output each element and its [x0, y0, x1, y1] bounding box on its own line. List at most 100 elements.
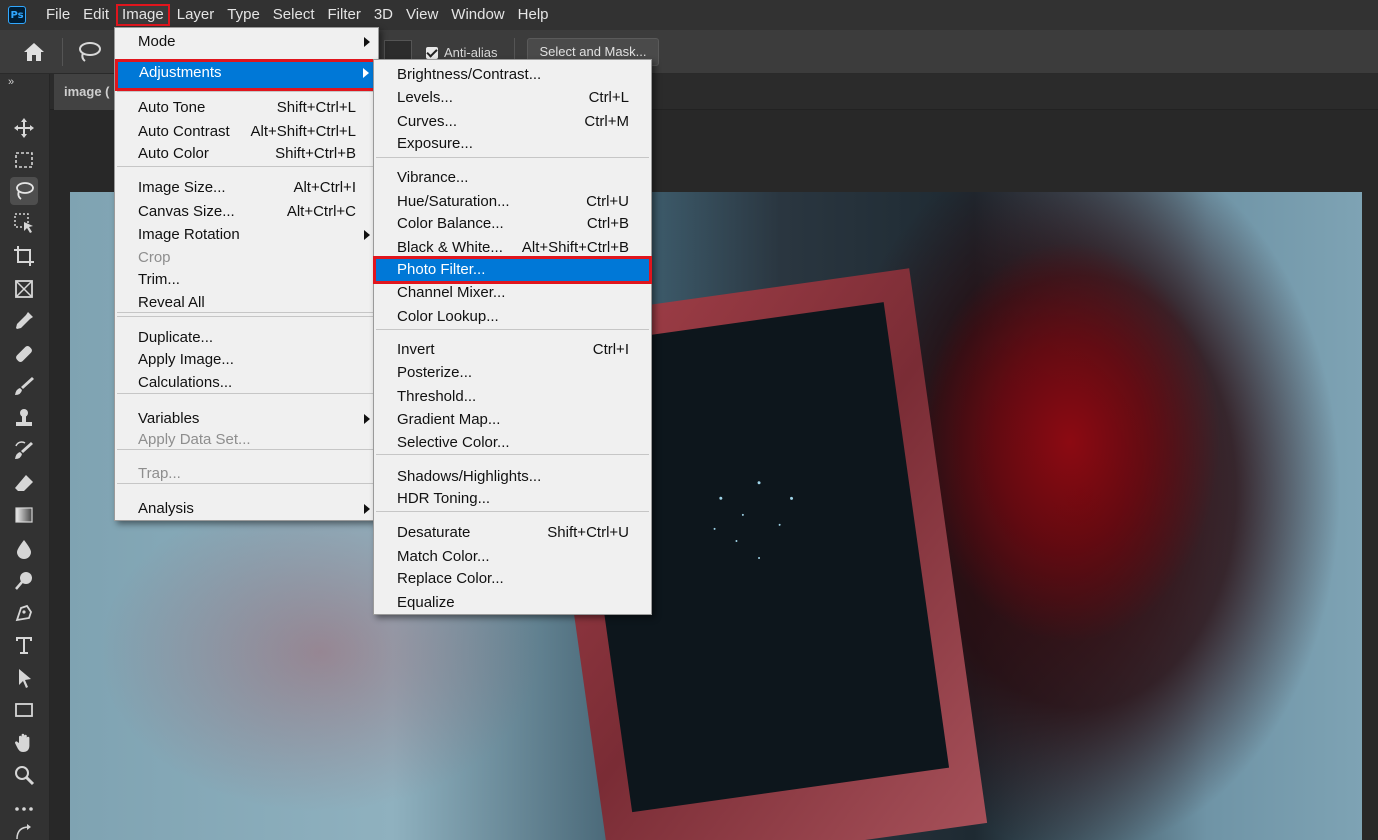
lasso-tool-icon[interactable] — [10, 177, 38, 205]
brush-tool-icon[interactable] — [10, 372, 38, 400]
home-icon[interactable] — [20, 41, 48, 63]
healing-brush-tool-icon[interactable] — [10, 340, 38, 368]
menu-item-variables[interactable]: Variables — [117, 408, 376, 430]
frame-tool-icon[interactable] — [10, 275, 38, 303]
marquee-tool-icon[interactable] — [10, 146, 38, 174]
menu-separator — [117, 166, 376, 167]
move-tool-icon[interactable] — [10, 114, 38, 142]
menu-item-black-white[interactable]: Black & White... Alt+Shift+Ctrl+B — [376, 237, 649, 259]
menu-item-shortcut: Ctrl+L — [588, 89, 629, 106]
menu-item-posterize[interactable]: Posterize... — [376, 362, 649, 384]
menu-item-hdr-toning[interactable]: HDR Toning... — [376, 488, 649, 510]
menu-item-auto-color[interactable]: Auto Color Shift+Ctrl+B — [117, 143, 376, 165]
menu-item-image-size[interactable]: Image Size... Alt+Ctrl+I — [117, 177, 376, 199]
menu-item-shortcut: Alt+Ctrl+C — [286, 203, 356, 220]
menu-item-levels[interactable]: Levels... Ctrl+L — [376, 87, 649, 109]
menu-item-hue-saturation[interactable]: Hue/Saturation... Ctrl+U — [376, 191, 649, 213]
pen-tool-icon[interactable] — [10, 599, 38, 627]
antialias-checkbox[interactable] — [426, 47, 438, 59]
menu-item-shortcut: Shift+Ctrl+B — [275, 145, 356, 162]
menu-3d[interactable]: 3D — [368, 4, 399, 26]
object-selection-tool-icon[interactable] — [10, 209, 38, 237]
panel-collapse-icon[interactable]: » — [8, 76, 14, 88]
menu-item-label: Trap... — [138, 465, 181, 482]
menu-item-duplicate[interactable]: Duplicate... — [117, 327, 376, 349]
menu-item-shadows-highlights[interactable]: Shadows/Highlights... — [376, 466, 649, 488]
swap-colors-icon[interactable] — [10, 824, 38, 840]
menu-layer[interactable]: Layer — [171, 4, 221, 26]
menu-item-trim[interactable]: Trim... — [117, 269, 376, 291]
sparkle — [713, 527, 716, 531]
menu-item-invert[interactable]: Invert Ctrl+I — [376, 339, 649, 361]
menu-select[interactable]: Select — [267, 4, 321, 26]
menu-item-canvas-size[interactable]: Canvas Size... Alt+Ctrl+C — [117, 201, 376, 223]
menu-item-label: Auto Contrast — [138, 123, 230, 140]
crop-tool-icon[interactable] — [10, 242, 38, 270]
history-brush-tool-icon[interactable] — [10, 437, 38, 465]
zoom-tool-icon[interactable] — [10, 761, 38, 789]
sparkle — [719, 496, 723, 500]
menu-item-exposure[interactable]: Exposure... — [376, 133, 649, 155]
menu-item-apply-image[interactable]: Apply Image... — [117, 349, 376, 371]
menu-item-color-lookup[interactable]: Color Lookup... — [376, 306, 649, 328]
menu-item-auto-contrast[interactable]: Auto Contrast Alt+Shift+Ctrl+L — [117, 121, 376, 143]
menu-item-label: Adjustments — [139, 64, 222, 81]
dodge-tool-icon[interactable] — [10, 567, 38, 595]
menu-window[interactable]: Window — [445, 4, 510, 26]
eyedropper-tool-icon[interactable] — [10, 307, 38, 335]
menu-item-label: Image Rotation — [138, 226, 240, 243]
menu-item-label: Match Color... — [397, 548, 490, 565]
more-tools-icon[interactable] — [10, 795, 38, 823]
menu-item-label: Color Lookup... — [397, 308, 499, 325]
path-selection-tool-icon[interactable] — [10, 664, 38, 692]
clone-stamp-tool-icon[interactable] — [10, 404, 38, 432]
menu-item-label: Variables — [138, 410, 200, 427]
menu-item-vibrance[interactable]: Vibrance... — [376, 167, 649, 189]
menu-item-label: Exposure... — [397, 135, 473, 152]
sparkle — [757, 556, 761, 560]
menu-item-shortcut: Ctrl+U — [586, 193, 629, 210]
menu-item-label: Trim... — [138, 271, 180, 288]
menu-type[interactable]: Type — [221, 4, 266, 26]
menu-item-channel-mixer[interactable]: Channel Mixer... — [376, 282, 649, 304]
submenu-arrow-icon — [364, 414, 370, 424]
menu-view[interactable]: View — [400, 4, 444, 26]
menu-item-reveal-all[interactable]: Reveal All — [117, 292, 376, 314]
menu-item-match-color[interactable]: Match Color... — [376, 546, 649, 568]
menu-help[interactable]: Help — [512, 4, 555, 26]
blur-tool-icon[interactable] — [10, 535, 38, 563]
antialias-label: Anti-alias — [444, 45, 498, 60]
menu-file[interactable]: File — [40, 4, 76, 26]
menu-item-desaturate[interactable]: Desaturate Shift+Ctrl+U — [376, 522, 649, 544]
options-separator — [62, 38, 63, 66]
menu-item-selective-color[interactable]: Selective Color... — [376, 432, 649, 454]
photoshop-window: Ps File Edit Image Layer Type Select Fil… — [0, 0, 1378, 840]
menu-item-analysis[interactable]: Analysis — [117, 498, 376, 520]
menu-item-auto-tone[interactable]: Auto Tone Shift+Ctrl+L — [117, 97, 376, 119]
menu-filter[interactable]: Filter — [322, 4, 367, 26]
menu-item-replace-color[interactable]: Replace Color... — [376, 568, 649, 590]
menu-item-curves[interactable]: Curves... Ctrl+M — [376, 111, 649, 133]
lasso-preset-icon[interactable] — [74, 40, 104, 64]
menu-item-photo-filter[interactable]: Photo Filter... — [373, 256, 652, 284]
menu-item-equalize[interactable]: Equalize — [376, 592, 649, 614]
rectangle-tool-icon[interactable] — [10, 696, 38, 724]
menu-item-mode[interactable]: Mode — [117, 31, 376, 53]
menu-item-calculations[interactable]: Calculations... — [117, 372, 376, 394]
menu-item-image-rotation[interactable]: Image Rotation — [117, 224, 376, 246]
menu-item-label: Threshold... — [397, 388, 477, 405]
menu-item-label: Selective Color... — [397, 434, 510, 451]
hand-tool-icon[interactable] — [10, 729, 38, 757]
image-menu: Mode Adjustments Auto Tone Shift+Ctrl+L Auto… — [114, 27, 379, 521]
menu-item-adjustments[interactable]: Adjustments — [115, 59, 378, 91]
menu-item-shortcut: Alt+Shift+Ctrl+B — [521, 239, 629, 256]
eraser-tool-icon[interactable] — [10, 469, 38, 497]
menu-item-threshold[interactable]: Threshold... — [376, 386, 649, 408]
gradient-tool-icon[interactable] — [10, 501, 38, 529]
menu-item-gradient-map[interactable]: Gradient Map... — [376, 409, 649, 431]
menu-edit[interactable]: Edit — [77, 4, 115, 26]
menu-image[interactable]: Image — [116, 4, 170, 26]
menu-item-brightness-contrast[interactable]: Brightness/Contrast... — [376, 64, 649, 86]
type-tool-icon[interactable] — [10, 631, 38, 659]
menu-item-color-balance[interactable]: Color Balance... Ctrl+B — [376, 213, 649, 235]
